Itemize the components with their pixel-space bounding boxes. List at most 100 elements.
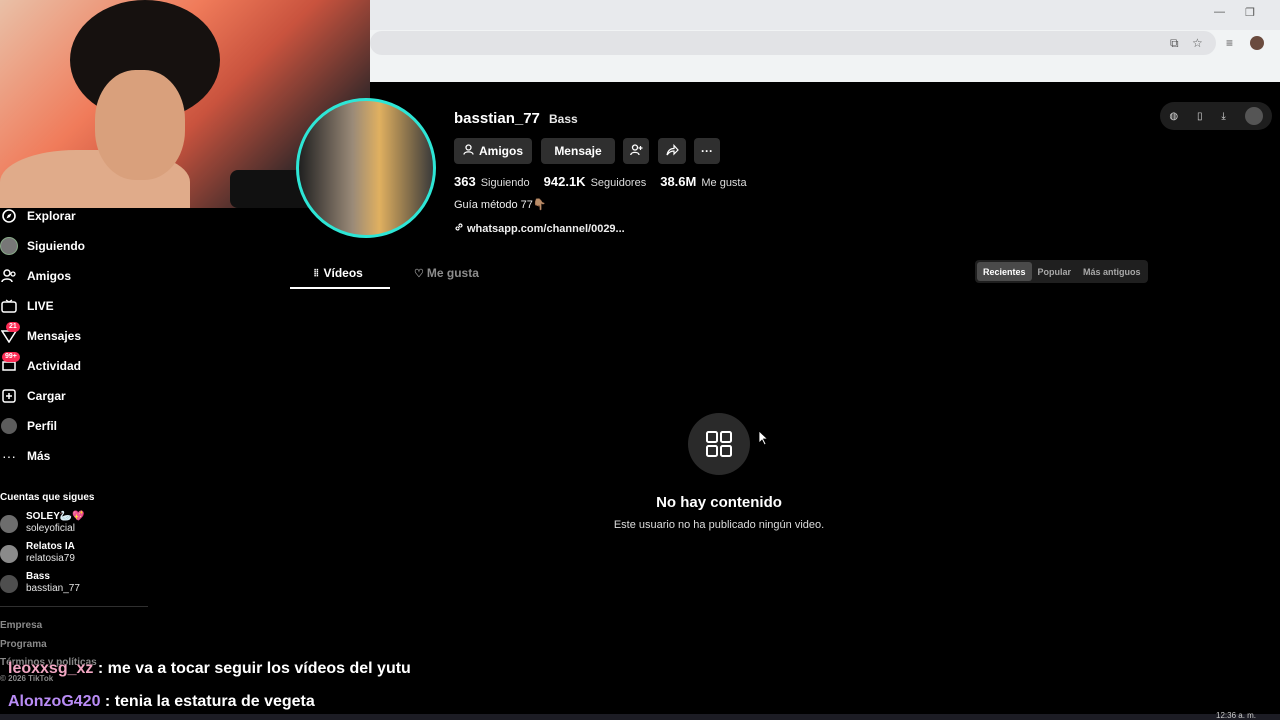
more-options-icon: ··· bbox=[701, 144, 713, 158]
sidebar-item-label: Siguiendo bbox=[27, 239, 85, 253]
profile-username: basstian_77 bbox=[454, 110, 540, 127]
following-label[interactable]: Siguiendo bbox=[481, 177, 530, 189]
profile-bio: Guía método 77👇🏽 bbox=[454, 199, 547, 211]
sidebar-item-live[interactable]: LIVE bbox=[0, 295, 54, 317]
following-account-handle: soleyoficial bbox=[26, 523, 75, 534]
following-account[interactable]: Relatos IA relatosia79 bbox=[0, 541, 150, 567]
heart-icon: ♡ bbox=[414, 267, 424, 280]
sidebar-item-cargar[interactable]: Cargar bbox=[0, 385, 66, 407]
tab-likes[interactable]: ♡ Me gusta bbox=[414, 266, 479, 280]
sidebar-item-label: Más bbox=[27, 449, 51, 463]
more-dots-icon: ··· bbox=[2, 448, 16, 464]
taskbar-clock: 12:36 a. m. bbox=[1216, 711, 1257, 720]
install-app-icon[interactable]: ⧉ bbox=[1170, 36, 1179, 51]
media-control-icon[interactable]: ≡ bbox=[1226, 36, 1233, 50]
sidebar-item-perfil[interactable]: Perfil bbox=[0, 415, 57, 437]
bookmark-star-icon[interactable]: ☆ bbox=[1192, 36, 1203, 50]
tab-likes-label: Me gusta bbox=[426, 266, 479, 280]
friends-icon bbox=[0, 267, 18, 285]
sidebar-item-label: LIVE bbox=[27, 299, 54, 313]
sidebar-item-siguiendo[interactable]: Siguiendo bbox=[0, 235, 85, 257]
profile-nickname: Bass bbox=[549, 112, 578, 126]
device-icon[interactable]: ▯ bbox=[1197, 111, 1203, 122]
activity-icon: 99+ bbox=[0, 352, 20, 375]
followers-count: 942.1K bbox=[543, 174, 586, 189]
coins-icon[interactable]: ◍ bbox=[1169, 111, 1178, 122]
avatar bbox=[0, 545, 18, 563]
chat-text: : me va a tocar seguir los vídeos del yu… bbox=[93, 660, 411, 677]
sidebar-divider bbox=[0, 606, 148, 607]
tab-videos-label: Vídeos bbox=[323, 266, 363, 280]
more-options-button[interactable]: ··· bbox=[694, 138, 720, 164]
sidebar-item-label: Mensajes bbox=[27, 329, 82, 343]
followers-label[interactable]: Seguidores bbox=[591, 177, 647, 189]
avatar bbox=[0, 575, 18, 593]
following-account-name: Bass bbox=[26, 571, 50, 582]
upload-icon bbox=[0, 387, 18, 405]
sort-popular-button[interactable]: Popular bbox=[1032, 262, 1078, 281]
profile-avatar[interactable] bbox=[296, 98, 436, 238]
download-icon[interactable]: ⤓ bbox=[1221, 111, 1225, 122]
avatar bbox=[0, 515, 18, 533]
sort-recent-button[interactable]: Recientes bbox=[977, 262, 1032, 281]
footer-link-programa[interactable]: Programa bbox=[0, 639, 47, 650]
chat-message: leoxxsg_xz : me va a tocar seguir los ví… bbox=[8, 660, 411, 678]
sidebar-item-label: Cargar bbox=[27, 389, 66, 403]
grid-icon: ⦙⦙ bbox=[314, 267, 319, 279]
following-account-handle: relatosia79 bbox=[26, 553, 75, 564]
tab-videos[interactable]: ⦙⦙ Vídeos bbox=[314, 266, 363, 280]
user-icon bbox=[463, 144, 474, 158]
share-icon bbox=[665, 143, 679, 159]
profile-stats: 363 Siguiendo 942.1K Seguidores 38.6M Me… bbox=[454, 174, 761, 189]
minimize-icon[interactable]: — bbox=[1214, 6, 1225, 18]
browser-profile-avatar[interactable] bbox=[1250, 36, 1264, 50]
sort-toggle-group: Recientes Popular Más antiguos bbox=[975, 260, 1148, 283]
chat-text: : tenia la estatura de vegeta bbox=[100, 693, 315, 710]
following-account[interactable]: Bass basstian_77 bbox=[0, 571, 150, 597]
active-tab-indicator bbox=[290, 287, 390, 289]
address-bar[interactable] bbox=[370, 31, 1216, 55]
following-section-title: Cuentas que sigues bbox=[0, 492, 95, 503]
following-count: 363 bbox=[454, 174, 476, 189]
messages-icon: 21 bbox=[0, 322, 20, 345]
friends-button[interactable]: Amigos bbox=[454, 138, 532, 164]
friends-button-label: Amigos bbox=[478, 144, 523, 158]
following-avatar-icon bbox=[0, 237, 18, 255]
sidebar-item-label: Amigos bbox=[27, 269, 72, 283]
live-tv-icon bbox=[0, 297, 18, 315]
avatar[interactable] bbox=[1244, 107, 1263, 125]
profile-avatar-icon bbox=[0, 417, 18, 435]
share-button[interactable] bbox=[658, 138, 686, 164]
sort-oldest-button[interactable]: Más antiguos bbox=[1077, 262, 1147, 281]
compass-icon bbox=[0, 207, 18, 225]
sidebar-item-explorar[interactable]: Explorar bbox=[0, 205, 76, 227]
messages-badge: 21 bbox=[6, 322, 20, 332]
likes-label: Me gusta bbox=[701, 177, 747, 189]
following-account[interactable]: SOLEY🦢💖 soleyoficial bbox=[0, 511, 150, 537]
sidebar-item-mensajes[interactable]: 21 Mensajes bbox=[0, 322, 82, 347]
empty-grid-icon bbox=[688, 413, 750, 475]
empty-state-description: Este usuario no ha publicado ningún vide… bbox=[613, 519, 825, 531]
sidebar-item-actividad[interactable]: 99+ Actividad bbox=[0, 352, 82, 377]
following-account-name: Relatos IA bbox=[26, 541, 75, 552]
sidebar-item-amigos[interactable]: Amigos bbox=[0, 265, 71, 287]
message-button[interactable]: Mensaje bbox=[541, 138, 615, 164]
profile-link[interactable]: whatsapp.com/channel/0029... bbox=[454, 222, 625, 235]
add-friend-button[interactable] bbox=[623, 138, 649, 164]
message-button-label: Mensaje bbox=[554, 144, 602, 158]
chat-message: AlonzoG420 : tenia la estatura de vegeta bbox=[8, 693, 315, 711]
webcam-person-face bbox=[95, 70, 185, 180]
sidebar-item-mas[interactable]: ··· Más bbox=[0, 445, 50, 467]
sidebar-item-label: Actividad bbox=[27, 359, 82, 373]
restore-icon[interactable]: ❐ bbox=[1245, 6, 1255, 19]
taskbar bbox=[0, 714, 1280, 720]
top-actions-bar: ◍ ▯ ⤓ bbox=[1160, 102, 1272, 130]
following-account-name: SOLEY🦢💖 bbox=[26, 511, 85, 522]
sidebar-item-label: Perfil bbox=[27, 419, 58, 433]
empty-state-title: No hay contenido bbox=[656, 494, 782, 511]
chat-username: leoxxsg_xz bbox=[8, 660, 94, 677]
mouse-cursor-icon bbox=[758, 430, 769, 451]
footer-link-empresa[interactable]: Empresa bbox=[0, 620, 42, 631]
link-icon bbox=[454, 222, 464, 235]
likes-count: 38.6M bbox=[660, 174, 697, 189]
